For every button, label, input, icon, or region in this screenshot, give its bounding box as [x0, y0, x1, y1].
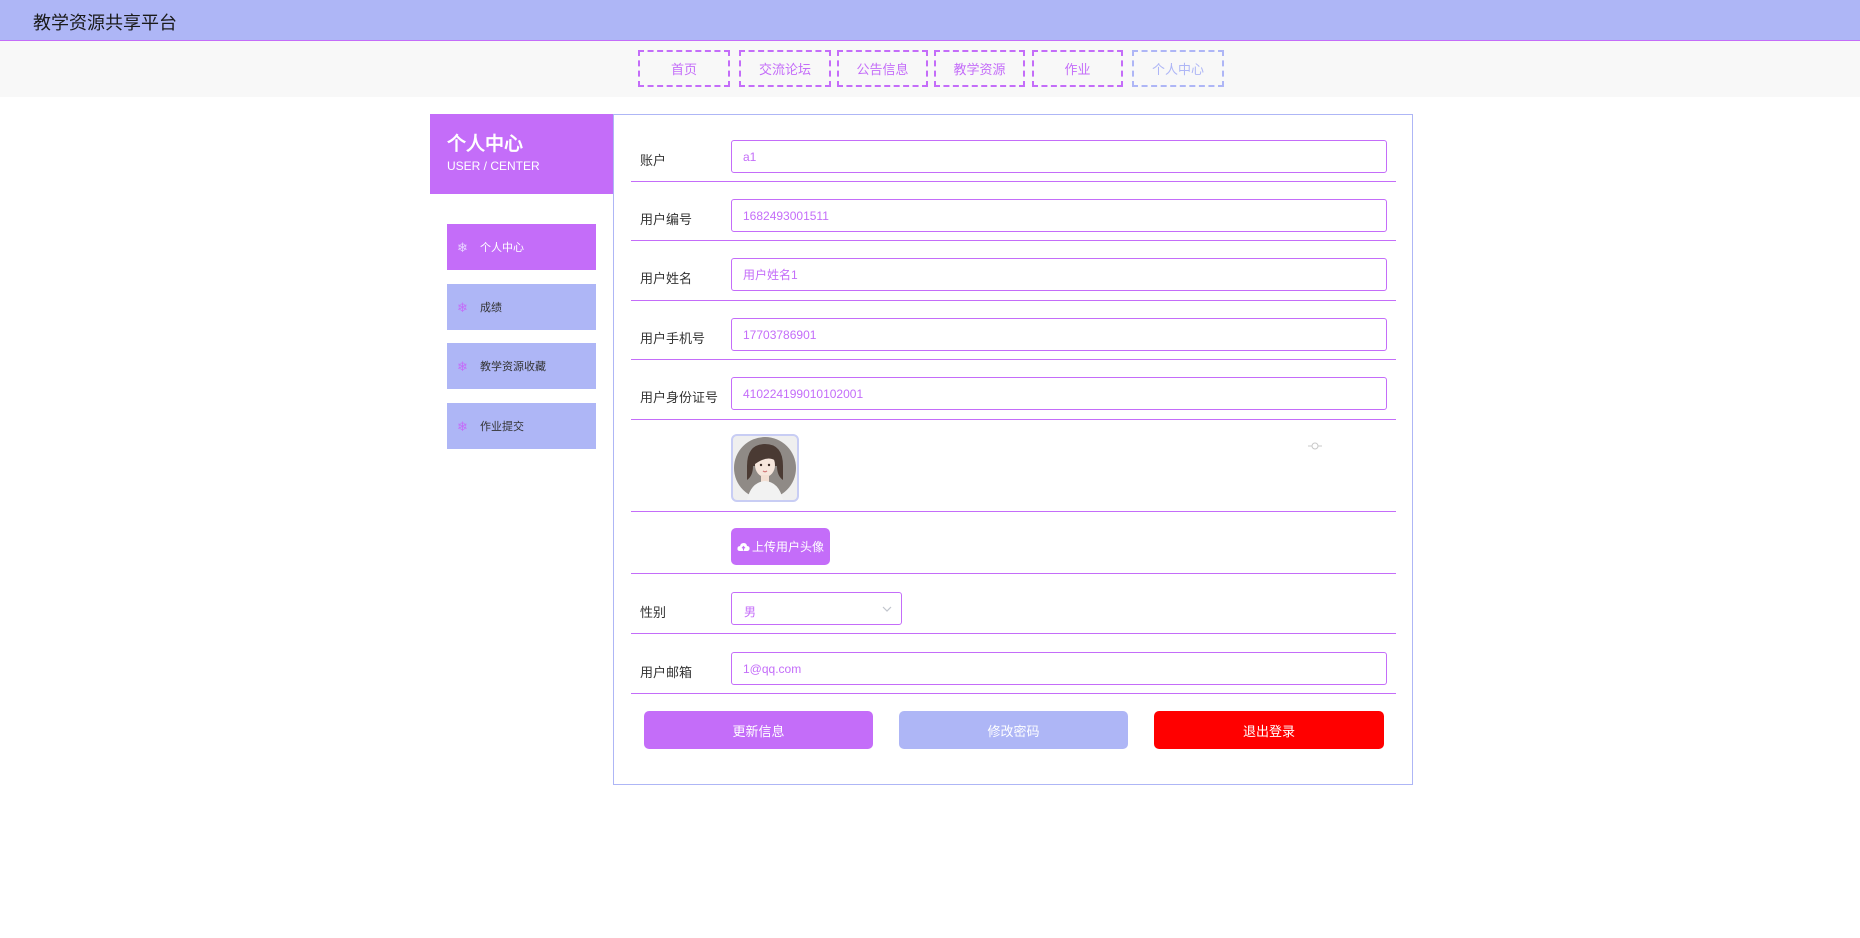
sidebar-item-homework-submission[interactable]: ❄ 作业提交 — [447, 403, 596, 449]
change-password-button[interactable]: 修改密码 — [899, 711, 1128, 749]
form-row-user-no: 用户编号 — [631, 199, 1396, 241]
email-input[interactable] — [731, 652, 1387, 685]
form-row-id-card: 用户身份证号 — [631, 377, 1396, 420]
nav-item-home[interactable]: 首页 — [638, 50, 730, 87]
profile-form-panel: 账户 用户编号 用户姓名 用户手机号 用户身份证号 — [613, 114, 1413, 785]
nav-item-personal-center[interactable]: 个人中心 — [1132, 50, 1224, 87]
sidebar-subtitle: USER / CENTER — [447, 159, 540, 173]
cursor-crosshair-icon — [1308, 442, 1322, 450]
gender-select[interactable]: 男 — [731, 592, 902, 625]
phone-label: 用户手机号 — [640, 331, 706, 346]
form-row-phone: 用户手机号 — [631, 318, 1396, 360]
sidebar-item-label: 成绩 — [480, 302, 502, 314]
nav-item-forum[interactable]: 交流论坛 — [739, 50, 831, 87]
form-row-avatar — [631, 420, 1396, 512]
sidebar-item-label: 教学资源收藏 — [480, 361, 546, 373]
sidebar-item-personal-center[interactable]: ❄ 个人中心 — [447, 224, 596, 270]
nav-item-announcements[interactable]: 公告信息 — [837, 50, 928, 87]
account-label: 账户 — [640, 153, 667, 168]
user-no-input[interactable] — [731, 199, 1387, 232]
account-input[interactable] — [731, 140, 1387, 173]
nav-item-teaching-resources[interactable]: 教学资源 — [934, 50, 1025, 87]
chevron-down-icon — [882, 606, 892, 612]
sidebar-item-label: 个人中心 — [480, 242, 524, 254]
form-row-user-name: 用户姓名 — [631, 258, 1396, 301]
nav-item-homework[interactable]: 作业 — [1032, 50, 1123, 87]
snowflake-icon: ❄ — [457, 299, 468, 315]
sidebar-title: 个人中心 — [447, 134, 524, 155]
gender-label: 性别 — [640, 605, 667, 620]
form-row-account: 账户 — [631, 140, 1396, 182]
id-card-input[interactable] — [731, 377, 1387, 410]
sidebar-item-label: 作业提交 — [480, 421, 524, 433]
sidebar-header: 个人中心 USER / CENTER — [430, 114, 613, 194]
email-label: 用户邮箱 — [640, 665, 693, 680]
upload-avatar-label: 上传用户头像 — [751, 540, 824, 554]
avatar-illustration — [734, 437, 796, 500]
id-card-label: 用户身份证号 — [640, 390, 719, 405]
snowflake-icon: ❄ — [457, 358, 468, 374]
user-name-input[interactable] — [731, 258, 1387, 291]
user-avatar-image[interactable] — [731, 434, 799, 502]
sidebar-item-grades[interactable]: ❄ 成绩 — [447, 284, 596, 330]
upload-avatar-button[interactable]: 上传用户头像 — [731, 528, 830, 565]
cloud-upload-icon — [737, 542, 750, 551]
form-row-upload: 上传用户头像 — [631, 512, 1396, 574]
logout-button[interactable]: 退出登录 — [1154, 711, 1384, 749]
user-name-label: 用户姓名 — [640, 271, 693, 286]
user-no-label: 用户编号 — [640, 212, 693, 227]
main-nav: 首页 交流论坛 公告信息 教学资源 作业 个人中心 — [0, 41, 1860, 97]
gender-select-value: 男 — [744, 605, 757, 619]
update-info-button[interactable]: 更新信息 — [644, 711, 873, 749]
form-row-gender: 性别 男 — [631, 592, 1396, 634]
snowflake-icon: ❄ — [457, 418, 468, 434]
snowflake-icon: ❄ — [457, 239, 468, 255]
sidebar-item-resource-favorites[interactable]: ❄ 教学资源收藏 — [447, 343, 596, 389]
app-title: 教学资源共享平台 — [33, 13, 177, 33]
phone-input[interactable] — [731, 318, 1387, 351]
form-row-email: 用户邮箱 — [631, 652, 1396, 694]
top-bar: 教学资源共享平台 — [0, 0, 1860, 41]
